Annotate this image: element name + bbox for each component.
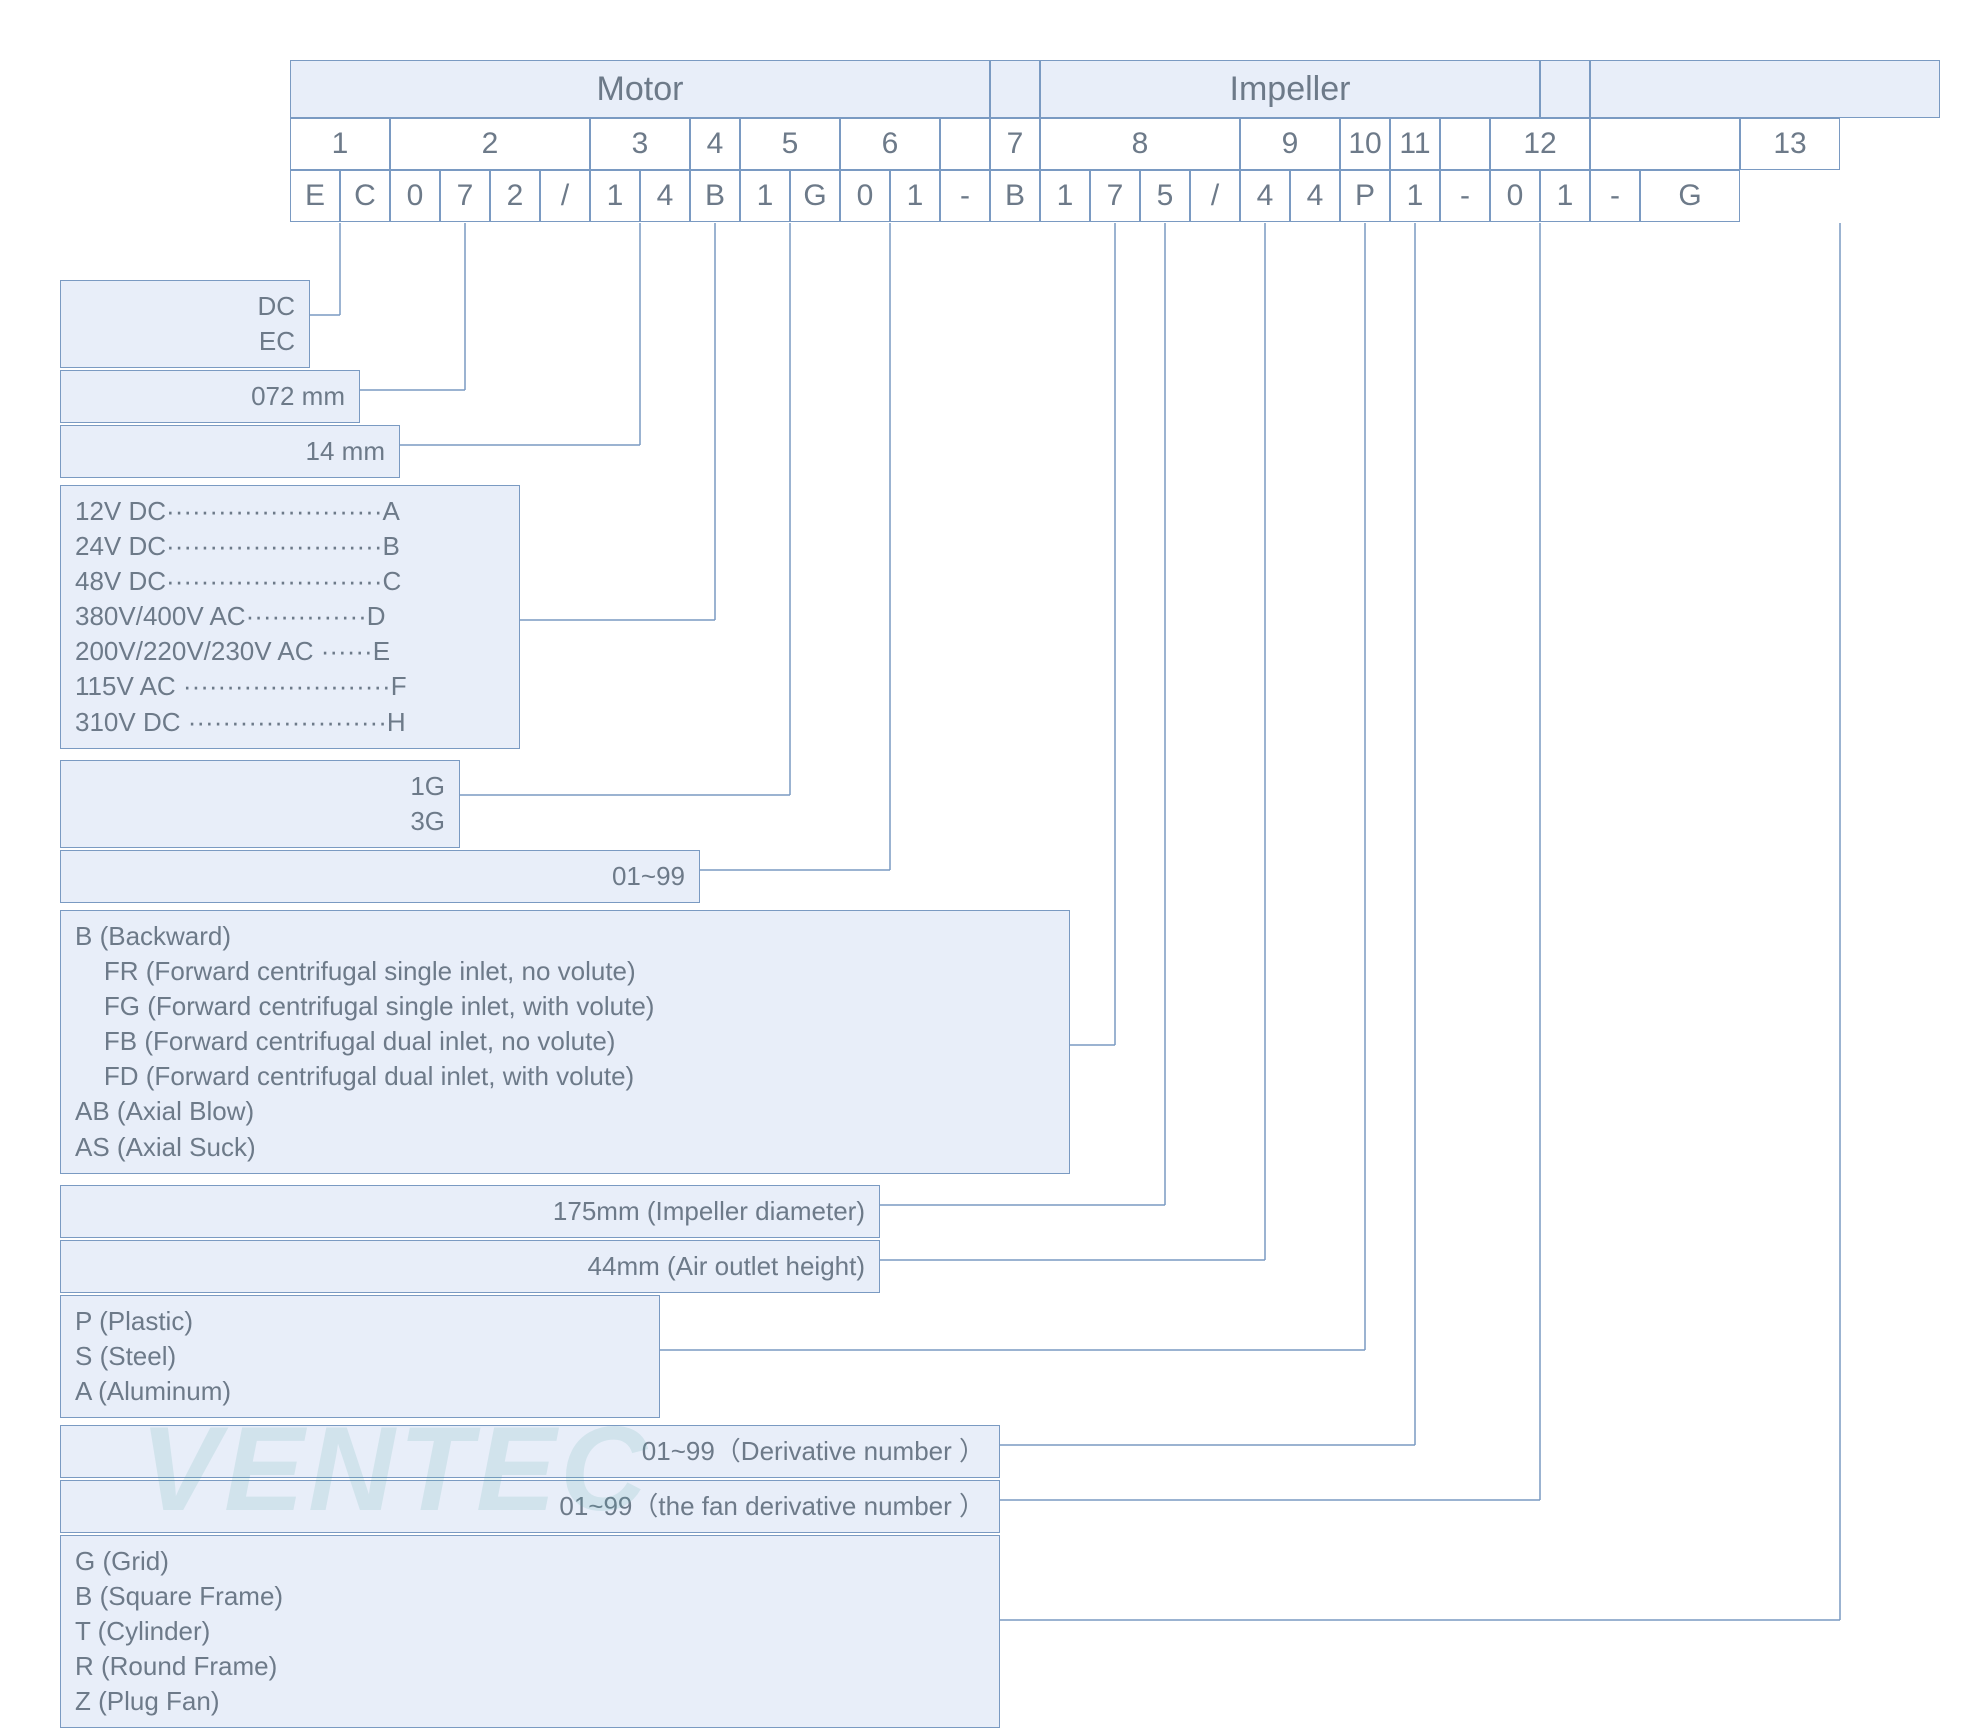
legend-impeller-type: B (Backward) FR (Forward centrifugal sin…: [60, 910, 1070, 1174]
legend-voltage: 12V DC·························A 24V DC·…: [60, 485, 520, 749]
pos-13: 13: [1740, 118, 1840, 170]
legend-outlet-height: 44mm (Air outlet height): [60, 1240, 880, 1293]
legend-shaft: 14 mm: [60, 425, 400, 478]
code-row: E C 0 7 2 / 1 4 B 1 G 0 1 - B 1 7 5 / 4 …: [290, 170, 1740, 222]
code-cell: 1: [740, 170, 790, 222]
legend-frame-size: 072 mm: [60, 370, 360, 423]
position-row: 1 2 3 4 5 6 7 8 9 10 11 12 13: [290, 118, 1840, 170]
code-cell: 4: [640, 170, 690, 222]
code-cell: 0: [390, 170, 440, 222]
code-cell: G: [790, 170, 840, 222]
code-cell: /: [540, 170, 590, 222]
code-cell: -: [940, 170, 990, 222]
header-blank: [1590, 60, 1940, 118]
code-cell: 1: [1540, 170, 1590, 222]
code-cell: 1: [1390, 170, 1440, 222]
code-cell: 4: [1290, 170, 1340, 222]
part-number-diagram: Motor Impeller 1 2 3 4 5 6 7 8 9 10 11 1…: [20, 20, 1920, 1700]
pos-9: 9: [1240, 118, 1340, 170]
header-motor: Motor: [290, 60, 990, 118]
header-gap-2: [1540, 60, 1590, 118]
code-cell: -: [1440, 170, 1490, 222]
code-cell: /: [1190, 170, 1240, 222]
header-row: Motor Impeller: [290, 60, 1940, 118]
legend-derivative: 01~99（Derivative number ）: [60, 1425, 1000, 1478]
code-cell: B: [690, 170, 740, 222]
code-cell: G: [1640, 170, 1740, 222]
pos-blank: [1590, 118, 1740, 170]
pos-sep-2: [1440, 118, 1490, 170]
code-cell: 1: [890, 170, 940, 222]
pos-11: 11: [1390, 118, 1440, 170]
code-cell: 4: [1240, 170, 1290, 222]
code-cell: B: [990, 170, 1040, 222]
code-cell: E: [290, 170, 340, 222]
code-cell: -: [1590, 170, 1640, 222]
pos-10: 10: [1340, 118, 1390, 170]
code-cell: 5: [1140, 170, 1190, 222]
pos-3: 3: [590, 118, 690, 170]
pos-7: 7: [990, 118, 1040, 170]
legend-mounting: G (Grid) B (Square Frame) T (Cylinder) R…: [60, 1535, 1000, 1728]
pos-6: 6: [840, 118, 940, 170]
pos-4: 4: [690, 118, 740, 170]
code-cell: P: [1340, 170, 1390, 222]
legend-fan-derivative: 01~99（the fan derivative number ）: [60, 1480, 1000, 1533]
code-cell: 7: [1090, 170, 1140, 222]
code-cell: 0: [1490, 170, 1540, 222]
header-gap-1: [990, 60, 1040, 118]
code-cell: 7: [440, 170, 490, 222]
pos-12: 12: [1490, 118, 1590, 170]
code-cell: 1: [590, 170, 640, 222]
pos-8: 8: [1040, 118, 1240, 170]
legend-material: P (Plastic) S (Steel) A (Aluminum): [60, 1295, 660, 1418]
pos-sep-1: [940, 118, 990, 170]
legend-phase: 1G 3G: [60, 760, 460, 848]
legend-motor-variant: 01~99: [60, 850, 700, 903]
pos-1: 1: [290, 118, 390, 170]
code-cell: 1: [1040, 170, 1090, 222]
code-cell: C: [340, 170, 390, 222]
header-impeller: Impeller: [1040, 60, 1540, 118]
pos-2: 2: [390, 118, 590, 170]
pos-5: 5: [740, 118, 840, 170]
code-cell: 2: [490, 170, 540, 222]
legend-motor-type: DC EC: [60, 280, 310, 368]
legend-impeller-diameter: 175mm (Impeller diameter): [60, 1185, 880, 1238]
code-cell: 0: [840, 170, 890, 222]
